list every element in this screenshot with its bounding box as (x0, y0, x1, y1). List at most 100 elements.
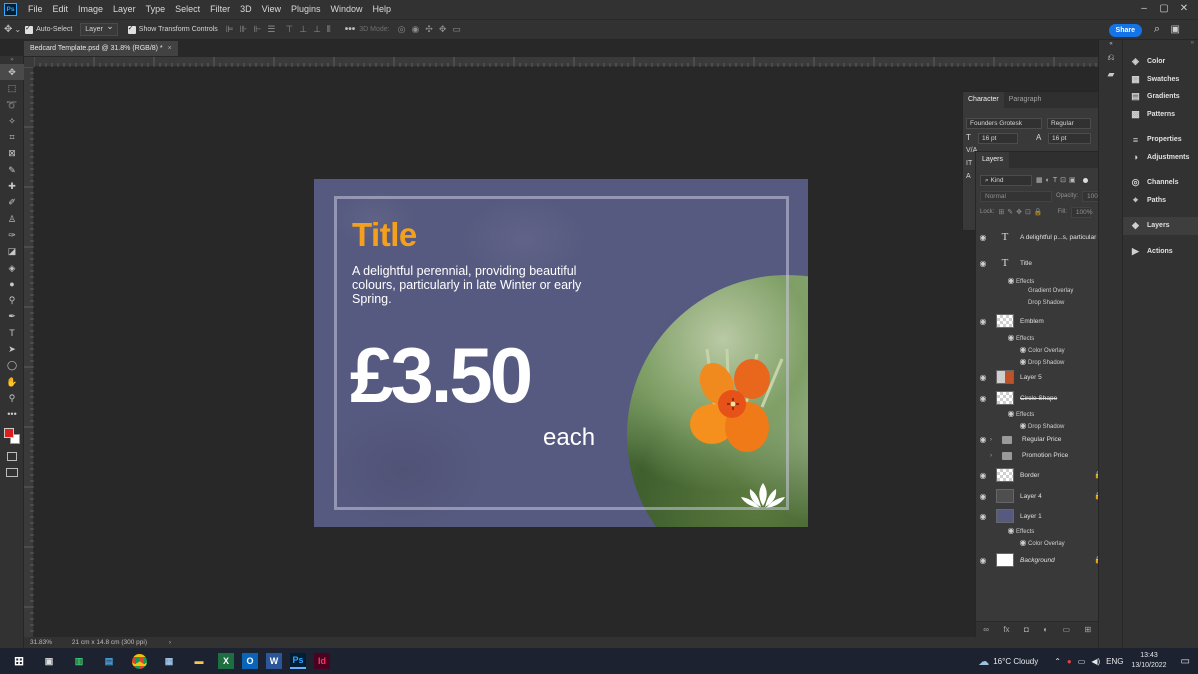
remote-desktop-icon[interactable]: ▤ (98, 650, 120, 672)
menu-edit[interactable]: Edit (48, 0, 74, 19)
dock-channels[interactable]: ◎ Channels (1123, 174, 1198, 192)
maximize-icon[interactable]: ▢ (1154, 0, 1174, 17)
task-view-icon[interactable]: ▣ (38, 650, 60, 672)
layer-row[interactable]: ◉ Layer 1 fx (976, 509, 1111, 523)
paint-bucket-tool[interactable]: ◈ (0, 260, 24, 276)
zoom-tool[interactable]: ⚲ (0, 390, 24, 406)
dock-adjustments[interactable]: ◑ Adjustments (1123, 149, 1198, 167)
menu-3d[interactable]: 3D (235, 0, 257, 19)
font-size-field[interactable]: 16 pt (978, 133, 1018, 144)
font-style-select[interactable]: Regular (1047, 118, 1091, 129)
zoom-level[interactable]: 31.83% (30, 639, 52, 646)
collapse-icon[interactable]: » (0, 56, 24, 64)
lasso-tool[interactable]: ➰ (0, 97, 24, 113)
fx-icon[interactable]: fx (1003, 625, 1009, 634)
filter-kind-select[interactable]: ⌕ Kind (980, 174, 1032, 186)
dock-properties[interactable]: ≡ Properties (1123, 131, 1198, 149)
notifications-icon[interactable]: ▭ (1181, 656, 1190, 667)
folder-icon[interactable]: ▭ (1063, 625, 1071, 634)
card-title[interactable]: Title (352, 216, 417, 254)
filter-toggle-icon[interactable] (1082, 177, 1088, 183)
lock-icons[interactable]: ⊞✎✥⊡🔒 (998, 208, 1045, 216)
layer-row[interactable]: ◉ Border 🔒 (976, 468, 1111, 482)
outlook-icon[interactable]: O (242, 653, 258, 669)
3d-slide-icon[interactable]: ✥ (439, 24, 447, 35)
visibility-eye-icon[interactable]: ◉ (976, 492, 990, 501)
clone-stamp-tool[interactable]: ♙ (0, 211, 24, 227)
tab-paragraph[interactable]: Paragraph (1004, 92, 1047, 108)
show-transform-checkbox[interactable] (127, 24, 136, 34)
type-tool[interactable]: T (0, 325, 24, 341)
3d-video-icon[interactable]: ▭ (452, 24, 461, 35)
volume-icon[interactable]: ◀) (1091, 657, 1100, 666)
eye-icon[interactable]: ◉ (1018, 538, 1028, 547)
adjustment-icon[interactable]: ◐ (1043, 625, 1048, 634)
layer-row[interactable]: ◉ Circle Shape fx (976, 391, 1111, 405)
font-family-select[interactable]: Founders Grotesk (966, 118, 1042, 129)
layer-select-dropdown[interactable]: Layer (80, 21, 118, 36)
menu-window[interactable]: Window (326, 0, 368, 19)
layer-row[interactable]: ◉ Layer 5 (976, 370, 1111, 384)
history-icon[interactable]: ⎌ (1099, 49, 1123, 66)
menu-image[interactable]: Image (73, 0, 108, 19)
dock-swatches[interactable]: ▦ Swatches (1123, 71, 1198, 89)
visibility-eye-icon[interactable]: ◉ (976, 373, 990, 382)
card-price-unit[interactable]: each (543, 424, 595, 452)
language-indicator[interactable]: ENG (1106, 657, 1123, 666)
align-center-icon[interactable]: ⊪ (240, 24, 248, 35)
dodge-tool[interactable]: ⚲ (0, 292, 24, 308)
layer-row[interactable]: ◉ Layer 4 🔒 (976, 489, 1111, 503)
menu-help[interactable]: Help (368, 0, 397, 19)
visibility-eye-icon[interactable]: ◉ (976, 259, 990, 268)
visibility-eye-icon[interactable]: ◉ (976, 317, 990, 326)
move-tool-icon[interactable]: ✥ (4, 24, 12, 35)
comments-icon[interactable]: ▰ (1099, 66, 1123, 83)
menu-filter[interactable]: Filter (205, 0, 235, 19)
vertical-ruler[interactable] (24, 66, 34, 637)
blend-mode-select[interactable]: Normal (980, 190, 1052, 202)
menu-type[interactable]: Type (141, 0, 171, 19)
weather-text[interactable]: 16°C Cloudy (993, 657, 1038, 666)
magic-wand-tool[interactable]: ✧ (0, 113, 24, 129)
visibility-eye-icon[interactable]: ◉ (976, 451, 990, 460)
pen-tool[interactable]: ✒ (0, 308, 24, 324)
calculator-icon[interactable]: ▦ (158, 650, 180, 672)
network-icon[interactable]: ▭ (1078, 657, 1086, 666)
new-layer-icon[interactable]: ⊞ (1085, 625, 1092, 634)
visibility-eye-icon[interactable]: ◉ (976, 556, 990, 565)
screen-mode-icon[interactable] (6, 468, 18, 477)
layer-row[interactable]: ◉ › Regular Price (976, 435, 1111, 444)
dock-gradients[interactable]: ▤ Gradients (1123, 88, 1198, 106)
xbox-icon[interactable]: ▥ (68, 650, 90, 672)
menu-layer[interactable]: Layer (108, 0, 141, 19)
eyedropper-tool[interactable]: ✎ (0, 162, 24, 178)
visibility-eye-icon[interactable]: ◉ (976, 471, 990, 480)
align-right-icon[interactable]: ⊩ (253, 24, 261, 35)
visibility-eye-icon[interactable]: ◉ (976, 233, 990, 242)
menu-select[interactable]: Select (170, 0, 205, 19)
clock[interactable]: 13:43 13/10/2022 (1132, 651, 1167, 671)
card-description[interactable]: A delightful perennial, providing beauti… (352, 264, 612, 306)
notification-badge-icon[interactable]: ● (1067, 657, 1072, 666)
align-middle-icon[interactable]: ⊥ (299, 24, 307, 35)
eye-icon[interactable]: ◉ (1018, 345, 1028, 354)
dock-actions[interactable]: ▶ Actions (1123, 243, 1198, 261)
close-icon[interactable]: ✕ (1174, 0, 1194, 17)
eye-icon[interactable]: ◉ (1018, 421, 1028, 430)
search-icon[interactable]: ⌕ (1154, 23, 1160, 36)
3d-roll-icon[interactable]: ◉ (411, 24, 419, 35)
move-tool[interactable]: ✥ (0, 64, 24, 81)
chevron-down-icon[interactable]: ⌄ (14, 25, 21, 34)
effect-item[interactable]: Gradient Overlay (1028, 288, 1073, 294)
hand-tool[interactable]: ✋ (0, 374, 24, 390)
dock-paths[interactable]: ⌖ Paths (1123, 192, 1198, 210)
visibility-eye-icon[interactable]: ◉ (976, 435, 990, 444)
layer-row[interactable]: ◉ › Promotion Price (976, 451, 1111, 460)
visibility-eye-icon[interactable]: ◉ (976, 512, 990, 521)
blur-tool[interactable]: ● (0, 276, 24, 292)
menu-plugins[interactable]: Plugins (286, 0, 326, 19)
card-price[interactable]: £3.50 (350, 332, 533, 418)
healing-brush-tool[interactable]: ✚ (0, 178, 24, 194)
crop-tool[interactable]: ⌗ (0, 129, 24, 145)
auto-select-checkbox[interactable] (25, 24, 34, 34)
